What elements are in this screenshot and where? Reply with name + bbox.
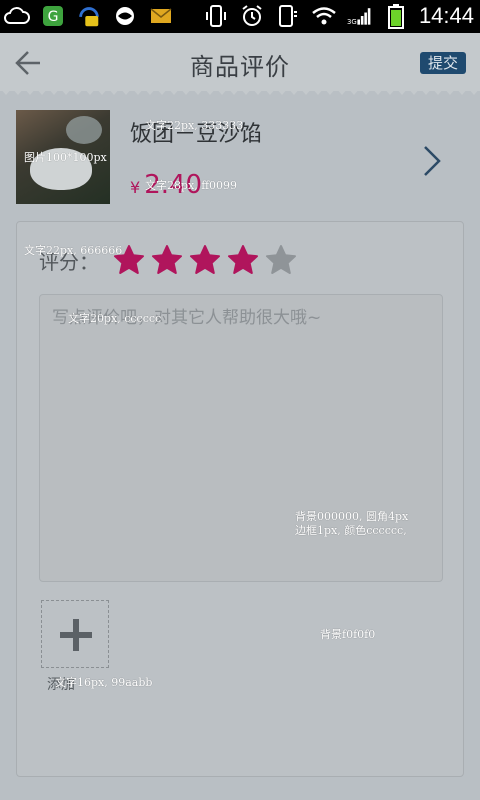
cloud-icon — [4, 4, 30, 28]
annotation-placeholder: 文字20px, cccccc — [68, 312, 162, 325]
chevron-right-icon[interactable] — [422, 144, 442, 178]
star-empty-icon[interactable] — [265, 244, 297, 276]
annotation-add: 文字16px, 99aabb — [55, 676, 153, 689]
phone-icon — [275, 4, 301, 28]
headset-chat-icon — [76, 4, 102, 28]
annotation-box-line2: 边框1px, 颜色cccccc, — [295, 524, 407, 537]
annotation-name: 文字22px, 333333 — [145, 119, 244, 132]
review-textarea[interactable]: 写点评价吧，对其它人帮助很大哦~ — [39, 294, 443, 582]
annotation-rating: 文字22px, 666666 — [24, 244, 123, 257]
add-photo-button[interactable] — [41, 600, 109, 668]
review-card: 评分： 写点评价吧，对其它人帮助很大哦~ 添加 — [16, 221, 464, 777]
battery-icon — [383, 4, 409, 29]
annotation-price: 文字28px, ff0099 — [145, 179, 238, 192]
svg-text:G: G — [48, 9, 59, 25]
header-bar: 商品评价 提交 — [0, 33, 480, 91]
annotation-box-line1: 背景000000, 圆角4px — [295, 510, 409, 523]
star-filled-icon[interactable] — [227, 244, 259, 276]
app-icon: G — [40, 4, 66, 28]
mail-icon — [148, 4, 174, 28]
page-title: 商品评价 — [190, 53, 290, 81]
annotation-card-bg: 背景f0f0f0 — [320, 628, 376, 641]
currency-symbol: ¥ — [130, 178, 141, 197]
svg-text:3G: 3G — [347, 18, 357, 26]
status-time: 14:44 — [418, 3, 474, 28]
rating-stars[interactable] — [113, 244, 297, 276]
globe-icon — [112, 4, 138, 28]
status-bar: G 3G 14:44 — [0, 0, 480, 33]
wifi-icon — [311, 4, 337, 28]
star-filled-icon[interactable] — [189, 244, 221, 276]
submit-button[interactable]: 提交 — [420, 52, 466, 74]
star-filled-icon[interactable] — [151, 244, 183, 276]
annotation-image: 图片100*100px — [24, 151, 107, 164]
alarm-icon — [239, 4, 265, 28]
signal-icon: 3G — [347, 4, 373, 28]
header-zigzag-divider — [0, 88, 480, 95]
vibrate-icon — [203, 4, 229, 28]
